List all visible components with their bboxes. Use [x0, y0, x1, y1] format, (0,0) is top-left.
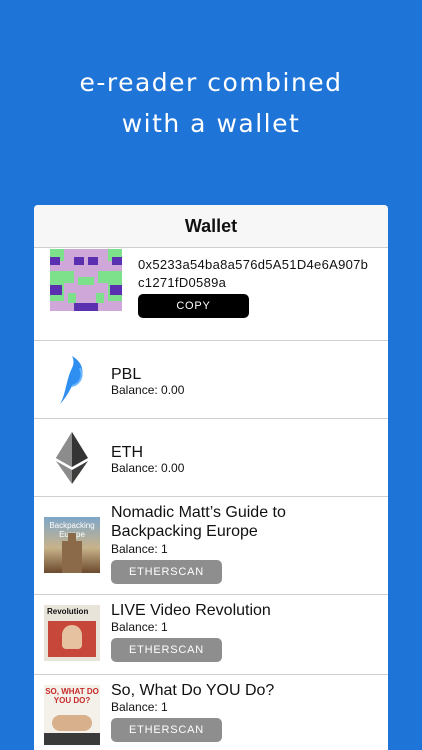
pbl-logo-icon	[60, 356, 83, 404]
book-title: So, What Do YOU Do?	[111, 682, 275, 699]
book-cover-image: SO, WHAT DO YOU DO?	[44, 685, 100, 745]
etherscan-button[interactable]: ETHERSCAN	[111, 718, 222, 742]
headline-line-1: e-reader combined	[79, 68, 343, 97]
book-cover-text: SO, WHAT DO YOU DO?	[45, 687, 99, 705]
book-title: LIVE Video Revolution	[111, 602, 271, 619]
headline-line-2: with a wallet	[121, 109, 301, 138]
book-cover-image: Revolution	[44, 605, 100, 661]
etherscan-button[interactable]: ETHERSCAN	[111, 638, 222, 662]
address-row: 0x5233a54ba8a576d5A51D4e6A907bc1271fD058…	[34, 248, 388, 341]
identicon-icon	[50, 249, 122, 311]
headline: e-reader combined with a wallet	[0, 62, 422, 144]
token-row-pbl[interactable]: PBL Balance: 0.00	[34, 341, 388, 419]
book-cover-image: Backpacking Europe	[44, 517, 100, 573]
book-row-so-what-do-you-do[interactable]: SO, WHAT DO YOU DO? So, What Do YOU Do? …	[34, 675, 388, 750]
book-balance: Balance: 1	[111, 620, 168, 634]
wallet-address: 0x5233a54ba8a576d5A51D4e6A907bc1271fD058…	[138, 257, 369, 290]
token-name: ETH	[111, 444, 143, 461]
book-row-live-video-revolution[interactable]: Revolution LIVE Video Revolution Balance…	[34, 595, 388, 675]
nav-title: Wallet	[184, 215, 238, 236]
token-row-eth[interactable]: ETH Balance: 0.00	[34, 419, 388, 497]
book-balance: Balance: 1	[111, 700, 168, 714]
nav-bar: Wallet	[34, 205, 388, 248]
copy-button[interactable]: COPY	[138, 294, 249, 318]
ethereum-logo-icon	[56, 432, 88, 484]
token-balance: Balance: 0.00	[111, 461, 185, 475]
token-name: PBL	[111, 366, 142, 383]
book-row-backpacking-europe[interactable]: Backpacking Europe Nomadic Matt’s Guide …	[34, 497, 388, 595]
token-balance: Balance: 0.00	[111, 383, 185, 397]
etherscan-button[interactable]: ETHERSCAN	[111, 560, 222, 584]
wallet-panel: Wallet 0x5233a54ba8a576d5A51D4e6A907bc12…	[34, 205, 388, 750]
book-cover-text: Revolution	[47, 607, 89, 616]
book-title: Nomadic Matt’s Guide to Backpacking Euro…	[111, 504, 286, 540]
book-balance: Balance: 1	[111, 542, 168, 556]
